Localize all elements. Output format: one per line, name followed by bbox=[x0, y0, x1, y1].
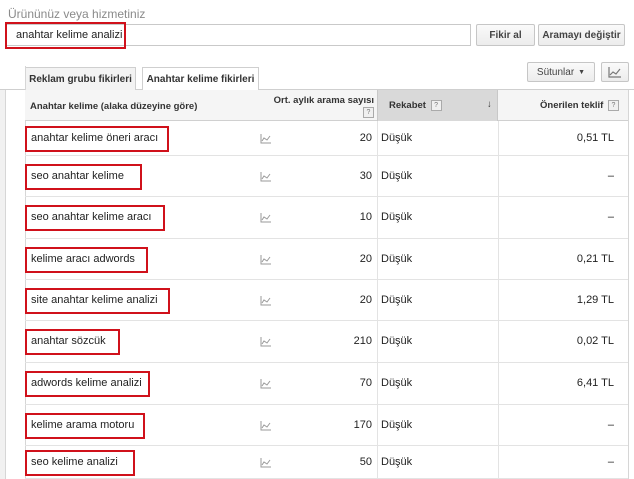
suggested-bid-cell: 0,21 TL bbox=[576, 252, 614, 265]
chart-icon[interactable] bbox=[260, 420, 272, 431]
avg-searches-cell: 70 bbox=[359, 377, 372, 389]
keyword-cell[interactable]: adwords kelime analizi bbox=[31, 377, 142, 389]
competition-cell: Düşük bbox=[381, 418, 413, 431]
chart-icon[interactable] bbox=[260, 379, 272, 389]
suggested-bid-cell: 1,29 TL bbox=[576, 293, 614, 306]
avg-searches-label: Ort. aylık arama sayısı bbox=[273, 95, 374, 106]
help-icon[interactable]: ? bbox=[608, 100, 619, 111]
column-header-keyword[interactable]: Anahtar kelime (alaka düzeyine göre) bbox=[30, 101, 197, 112]
keyword-cell[interactable]: kelime arama motoru bbox=[31, 419, 134, 431]
chart-icon[interactable] bbox=[260, 213, 272, 223]
competition-cell: Düşük bbox=[381, 211, 413, 223]
avg-searches-cell: 50 bbox=[359, 455, 372, 468]
edit-search-button[interactable]: Aramayı değiştir bbox=[538, 24, 625, 46]
competition-cell: Düşük bbox=[381, 131, 413, 144]
search-highlight-box bbox=[5, 22, 126, 49]
chart-icon[interactable] bbox=[260, 295, 272, 306]
sort-down-arrow-icon[interactable]: ↓ bbox=[487, 99, 492, 110]
chart-icon bbox=[608, 66, 621, 78]
suggested-bid-cell: 0,51 TL bbox=[576, 131, 614, 144]
keyword-cell[interactable]: seo anahtar kelime bbox=[31, 170, 124, 182]
avg-searches-cell: 210 bbox=[353, 335, 372, 347]
suggested-bid-cell: – bbox=[607, 169, 614, 182]
competition-cell: Düşük bbox=[381, 252, 413, 265]
tab-keyword-ideas[interactable]: Anahtar kelime fikirleri bbox=[142, 67, 259, 91]
suggested-bid-cell: – bbox=[607, 455, 614, 468]
competition-cell: Düşük bbox=[381, 335, 413, 347]
columns-button[interactable]: Sütunlar ▼ bbox=[527, 62, 595, 82]
chart-icon[interactable] bbox=[260, 133, 272, 144]
suggested-bid-label: Önerilen teklif bbox=[540, 100, 604, 112]
get-ideas-button[interactable]: Fikir al bbox=[476, 24, 535, 46]
column-header-avg-searches[interactable]: Ort. aylık arama sayısı ? bbox=[268, 95, 374, 119]
chart-view-button[interactable] bbox=[601, 62, 629, 82]
left-collapse-bar[interactable] bbox=[0, 90, 6, 479]
keyword-cell[interactable]: kelime aracı adwords bbox=[31, 253, 135, 265]
tab-ad-group-ideas[interactable]: Reklam grubu fikirleri bbox=[25, 67, 136, 90]
chart-icon[interactable] bbox=[260, 337, 272, 347]
keyword-cell[interactable]: anahtar sözcük bbox=[31, 335, 106, 347]
chart-icon[interactable] bbox=[260, 254, 272, 265]
help-icon[interactable]: ? bbox=[363, 107, 374, 118]
suggested-bid-cell: – bbox=[607, 211, 614, 223]
keyword-cell[interactable]: seo anahtar kelime aracı bbox=[31, 211, 151, 223]
suggested-bid-cell: – bbox=[607, 418, 614, 431]
dropdown-caret-icon: ▼ bbox=[578, 68, 586, 76]
competition-cell: Düşük bbox=[381, 169, 413, 182]
product-prompt-label: Ürününüz veya hizmetiniz bbox=[8, 7, 146, 21]
suggested-bid-cell: 0,02 TL bbox=[576, 335, 614, 347]
keyword-cell[interactable]: seo kelime analizi bbox=[31, 456, 118, 468]
avg-searches-cell: 20 bbox=[359, 252, 372, 265]
column-header-competition[interactable]: Rekabet ? bbox=[389, 100, 442, 111]
competition-cell: Düşük bbox=[381, 377, 413, 389]
suggested-bid-cell: 6,41 TL bbox=[576, 377, 614, 389]
chart-icon[interactable] bbox=[260, 171, 272, 182]
avg-searches-cell: 20 bbox=[359, 131, 372, 144]
competition-cell: Düşük bbox=[381, 455, 413, 468]
competition-label: Rekabet bbox=[389, 100, 426, 112]
keyword-cell[interactable]: site anahtar kelime analizi bbox=[31, 294, 158, 306]
avg-searches-cell: 170 bbox=[353, 418, 372, 431]
chart-icon[interactable] bbox=[260, 457, 272, 468]
columns-button-label: Sütunlar bbox=[536, 66, 575, 78]
avg-searches-cell: 20 bbox=[359, 293, 372, 306]
avg-searches-cell: 30 bbox=[359, 169, 372, 182]
keyword-cell[interactable]: anahtar kelime öneri aracı bbox=[31, 132, 158, 144]
competition-cell: Düşük bbox=[381, 293, 413, 306]
column-header-suggested-bid[interactable]: Önerilen teklif ? bbox=[540, 100, 619, 111]
help-icon[interactable]: ? bbox=[430, 100, 442, 111]
divider bbox=[628, 90, 629, 479]
avg-searches-cell: 10 bbox=[359, 211, 372, 223]
